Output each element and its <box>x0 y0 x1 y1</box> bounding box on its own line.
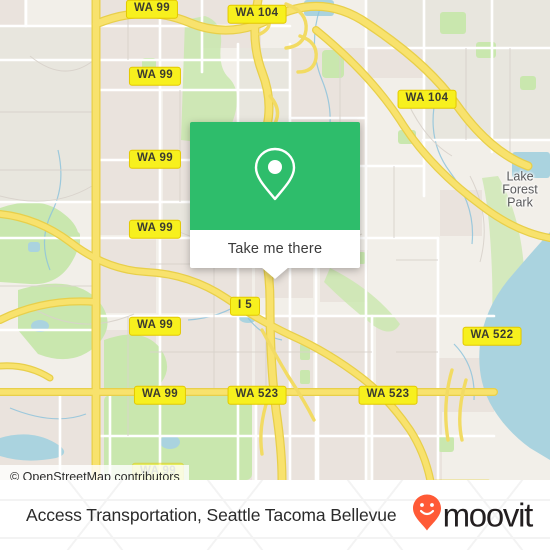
shield-wa-99-lower[interactable]: WA 99 <box>128 316 182 336</box>
shield-i-5[interactable]: I 5 <box>230 296 260 316</box>
take-me-there-label: Take me there <box>227 241 323 257</box>
moovit-wordmark: moovit <box>442 496 534 533</box>
shield-wa-99-bottom[interactable]: WA 99 <box>133 385 187 405</box>
map-screenshot: WA 99 WA 104 WA 99 WA 104 WA 99 WA 99 I 5 WA 99… <box>0 0 550 550</box>
shield-wa-523-left[interactable]: WA 523 <box>227 385 287 405</box>
card-pin-area <box>190 122 360 230</box>
shield-wa-99-upper[interactable]: WA 99 <box>128 66 182 86</box>
page-title: Access Transportation, Seattle Tacoma Be… <box>26 504 397 525</box>
shield-wa-523-right[interactable]: WA 523 <box>358 385 418 405</box>
osm-attribution-text: © OpenStreetMap contributors <box>10 469 180 481</box>
moovit-brand[interactable]: moovit <box>412 494 534 537</box>
moovit-smiley-pin-icon <box>412 494 442 537</box>
shield-wa-104-top[interactable]: WA 104 <box>227 4 287 24</box>
location-pin-icon <box>251 144 299 209</box>
map-canvas[interactable]: WA 99 WA 104 WA 99 WA 104 WA 99 WA 99 I 5 WA 99… <box>0 0 550 480</box>
footer-bar: Access Transportation, Seattle Tacoma Be… <box>0 480 550 550</box>
shield-wa-99-mid2[interactable]: WA 99 <box>128 219 182 239</box>
card-pointer-tail <box>261 267 289 279</box>
card-button-area[interactable]: Take me there <box>190 230 360 268</box>
shield-wa-522-right[interactable]: WA 522 <box>462 326 522 346</box>
osm-attribution[interactable]: © OpenStreetMap contributors <box>0 465 189 480</box>
shield-wa-99-mid[interactable]: WA 99 <box>128 149 182 169</box>
take-me-there-card[interactable]: Take me there <box>190 122 360 279</box>
shield-wa-104-right[interactable]: WA 104 <box>397 89 457 109</box>
shield-wa-99-top[interactable]: WA 99 <box>125 0 179 19</box>
place-label-lake-forest-park: Lake Forest Park <box>502 169 538 210</box>
